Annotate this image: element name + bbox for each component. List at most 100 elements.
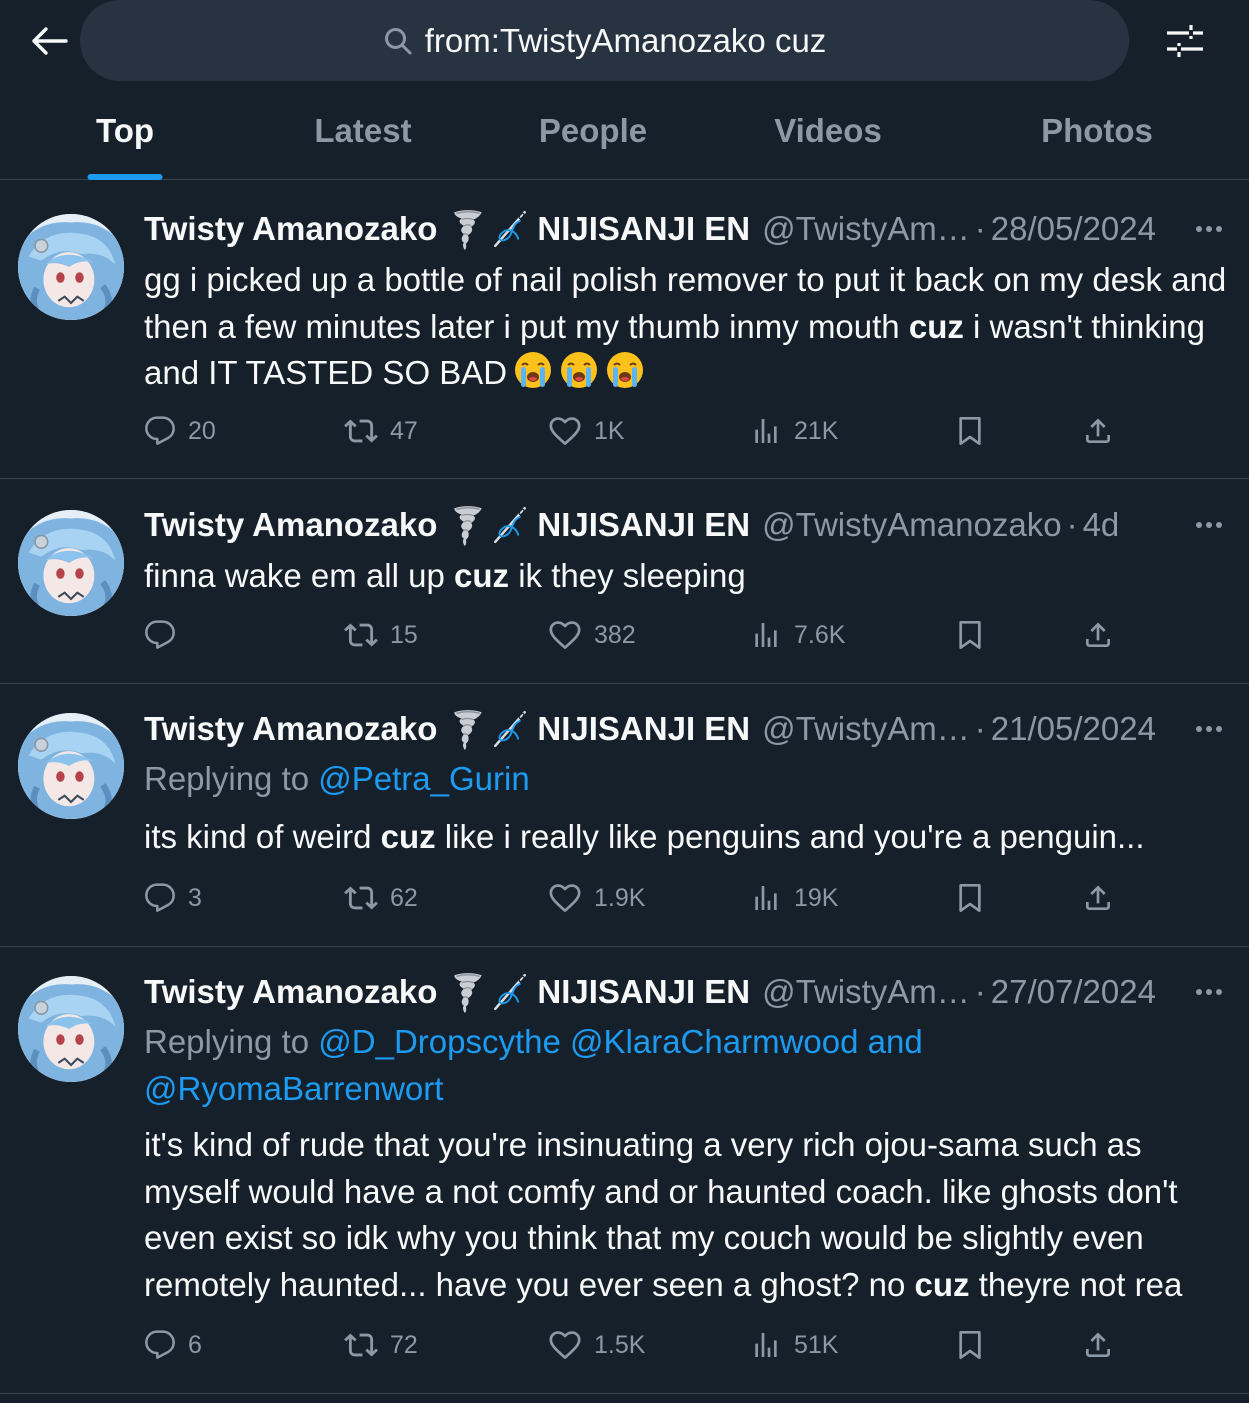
bookmark-icon bbox=[954, 1329, 986, 1361]
avatar[interactable] bbox=[18, 713, 124, 819]
tornado-icon bbox=[451, 208, 485, 250]
views-button[interactable]: 7.6K bbox=[750, 615, 845, 655]
replying-to: Replying to @D_Dropscythe @KlaraCharmwoo… bbox=[144, 1018, 923, 1112]
reply-count: 20 bbox=[188, 416, 216, 445]
retweet-count: 62 bbox=[390, 883, 418, 912]
avatar[interactable] bbox=[18, 214, 124, 320]
reply-button[interactable]: 6 bbox=[144, 1325, 202, 1365]
mention-link[interactable]: @D_Dropscythe @KlaraCharmwood and bbox=[318, 1023, 922, 1060]
retweet-count: 47 bbox=[390, 416, 418, 445]
reply-button[interactable]: 20 bbox=[144, 411, 216, 451]
tab-people[interactable]: People bbox=[518, 82, 668, 180]
mention-link[interactable]: @Petra_Gurin bbox=[318, 760, 529, 797]
like-button[interactable]: 382 bbox=[548, 615, 636, 655]
needle-icon bbox=[489, 708, 531, 750]
username[interactable]: @TwistyAmanozako bbox=[762, 506, 1061, 544]
tab-top[interactable]: Top bbox=[66, 82, 184, 180]
views-icon bbox=[750, 619, 782, 651]
retweet-button[interactable]: 15 bbox=[344, 615, 418, 655]
tornado-icon bbox=[451, 971, 485, 1013]
bookmark-button[interactable] bbox=[954, 615, 998, 655]
loudly-crying-face-icon bbox=[513, 350, 553, 403]
replying-to: Replying to @Petra_Gurin bbox=[144, 755, 530, 802]
view-count: 7.6K bbox=[794, 620, 846, 649]
like-button[interactable]: 1.9K bbox=[548, 878, 645, 918]
retweet-icon bbox=[344, 618, 378, 652]
display-name[interactable]: Twisty Amanozako bbox=[144, 973, 437, 1011]
retweet-icon bbox=[344, 1328, 378, 1362]
timestamp[interactable]: 21/05/2024 bbox=[991, 710, 1156, 748]
affiliation: NIJISANJI EN bbox=[537, 710, 751, 747]
views-button[interactable]: 51K bbox=[750, 1325, 838, 1365]
tornado-icon bbox=[451, 708, 485, 750]
heart-icon bbox=[548, 1328, 582, 1362]
more-button[interactable] bbox=[1191, 715, 1227, 743]
tab-latest-label: Latest bbox=[314, 112, 412, 149]
views-button[interactable]: 19K bbox=[750, 878, 838, 918]
tweet[interactable]: Twisty Amanozako NIJISANJI EN @TwistyAm…… bbox=[0, 181, 1249, 479]
like-count: 1.5K bbox=[594, 1330, 646, 1359]
reply-button[interactable]: 3 bbox=[144, 878, 202, 918]
more-button[interactable] bbox=[1191, 978, 1227, 1006]
text-part: its kind of weird bbox=[144, 818, 381, 855]
back-button[interactable] bbox=[26, 18, 72, 64]
top-bar: from:TwistyAmanozako cuz bbox=[0, 0, 1249, 82]
display-name[interactable]: Twisty Amanozako bbox=[144, 506, 437, 544]
affiliation: NIJISANJI EN bbox=[537, 506, 751, 543]
retweet-button[interactable]: 62 bbox=[344, 878, 418, 918]
like-button[interactable]: 1K bbox=[548, 411, 625, 451]
share-button[interactable] bbox=[1082, 1325, 1126, 1365]
reply-icon bbox=[144, 882, 176, 914]
sliders-icon bbox=[1167, 25, 1203, 57]
tab-photos[interactable]: Photos bbox=[1024, 82, 1170, 180]
tab-videos[interactable]: Videos bbox=[756, 82, 900, 180]
tornado-icon bbox=[451, 504, 485, 546]
retweet-count: 72 bbox=[390, 1330, 418, 1359]
tweet-actions: 15 382 7.6K bbox=[144, 615, 1244, 655]
view-count: 19K bbox=[794, 883, 839, 912]
timestamp[interactable]: 27/07/2024 bbox=[991, 973, 1156, 1011]
tweet[interactable]: Twisty Amanozako NIJISANJI EN @TwistyAm…… bbox=[0, 685, 1249, 947]
share-button[interactable] bbox=[1082, 411, 1126, 451]
like-count: 382 bbox=[594, 620, 636, 649]
more-icon bbox=[1194, 987, 1224, 997]
heart-icon bbox=[548, 881, 582, 915]
tweet[interactable]: Twisty Amanozako NIJISANJI EN @TwistyAma… bbox=[0, 480, 1249, 684]
views-button[interactable]: 21K bbox=[750, 411, 838, 451]
share-button[interactable] bbox=[1082, 615, 1126, 655]
avatar[interactable] bbox=[18, 976, 124, 1082]
bookmark-button[interactable] bbox=[954, 411, 998, 451]
search-input[interactable]: from:TwistyAmanozako cuz bbox=[80, 0, 1129, 81]
username[interactable]: @TwistyAm… bbox=[762, 710, 970, 748]
retweet-button[interactable]: 47 bbox=[344, 411, 418, 451]
search-filter-button[interactable] bbox=[1162, 18, 1208, 64]
arrow-left-icon bbox=[32, 27, 68, 55]
separator: · bbox=[974, 210, 986, 247]
bookmark-button[interactable] bbox=[954, 878, 998, 918]
display-name[interactable]: Twisty Amanozako bbox=[144, 210, 437, 248]
more-button[interactable] bbox=[1191, 511, 1227, 539]
view-count: 21K bbox=[794, 416, 839, 445]
timestamp[interactable]: 4d bbox=[1083, 506, 1120, 544]
text-part: like i really like penguins and you're a… bbox=[435, 818, 1145, 855]
heart-icon bbox=[548, 618, 582, 652]
text-part: ik they sleeping bbox=[509, 557, 746, 594]
more-button[interactable] bbox=[1191, 215, 1227, 243]
tweet[interactable]: Twisty Amanozako NIJISANJI EN @TwistyAm…… bbox=[0, 948, 1249, 1394]
timestamp[interactable]: 28/05/2024 bbox=[991, 210, 1156, 248]
like-button[interactable]: 1.5K bbox=[548, 1325, 645, 1365]
reply-count: 6 bbox=[188, 1330, 202, 1359]
share-button[interactable] bbox=[1082, 878, 1126, 918]
username[interactable]: @TwistyAm… bbox=[762, 973, 970, 1011]
needle-icon bbox=[489, 504, 531, 546]
share-icon bbox=[1082, 1329, 1114, 1361]
retweet-button[interactable]: 72 bbox=[344, 1325, 418, 1365]
tab-latest[interactable]: Latest bbox=[290, 82, 436, 180]
mention-link[interactable]: @RyomaBarrenwort bbox=[144, 1070, 443, 1107]
bookmark-button[interactable] bbox=[954, 1325, 998, 1365]
display-name[interactable]: Twisty Amanozako bbox=[144, 710, 437, 748]
reply-icon bbox=[144, 1329, 176, 1361]
reply-button[interactable] bbox=[144, 615, 188, 655]
username[interactable]: @TwistyAm… bbox=[762, 210, 970, 248]
avatar[interactable] bbox=[18, 510, 124, 616]
